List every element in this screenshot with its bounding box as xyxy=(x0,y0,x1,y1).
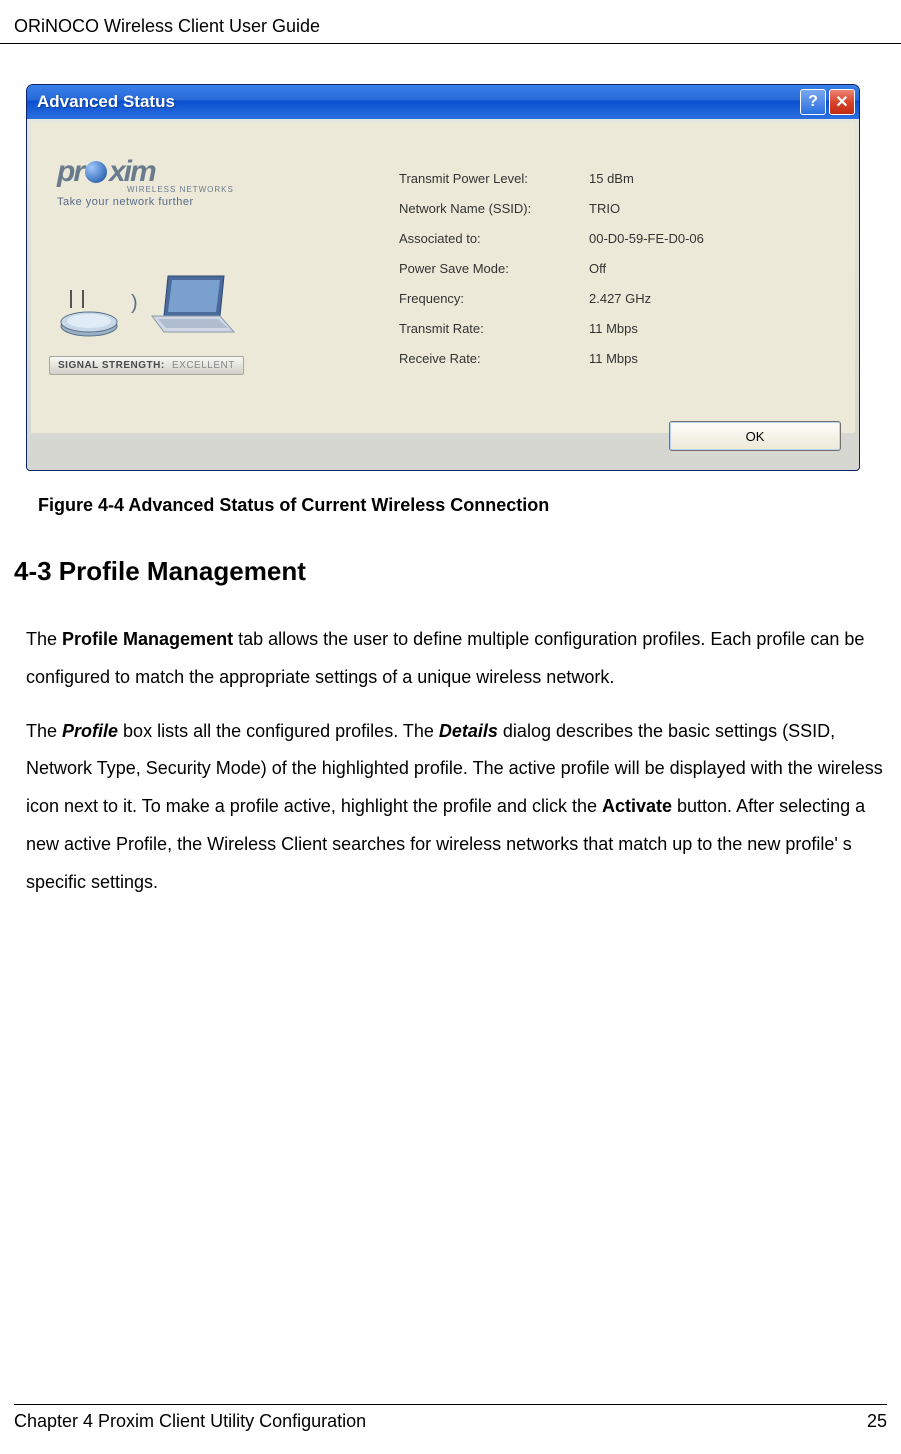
logo-text-left: pr xyxy=(57,157,83,187)
router-icon xyxy=(59,286,121,338)
signal-strength-badge: SIGNAL STRENGTH: EXCELLENT xyxy=(49,356,244,375)
advanced-status-dialog: Advanced Status ? ✕ pr xim WIRELESS NETW… xyxy=(26,84,860,471)
text: The xyxy=(26,629,62,649)
text: box lists all the configured profiles. T… xyxy=(118,721,439,741)
table-row: Frequency: 2.427 GHz xyxy=(399,283,837,313)
proxim-logo: pr xim WIRELESS NETWORKS Take your netwo… xyxy=(49,133,234,208)
logo-text-right: xim xyxy=(109,157,155,187)
text: The xyxy=(26,721,62,741)
bold-text: Profile Management xyxy=(62,629,233,649)
stat-label: Transmit Power Level: xyxy=(399,171,589,186)
dialog-title: Advanced Status xyxy=(37,92,797,112)
logo-subbrand: WIRELESS NETWORKS xyxy=(127,185,234,194)
stat-label: Frequency: xyxy=(399,291,589,306)
dialog-body: pr xim WIRELESS NETWORKS Take your netwo… xyxy=(31,123,855,433)
table-row: Transmit Power Level: 15 dBm xyxy=(399,163,837,193)
table-row: Network Name (SSID): TRIO xyxy=(399,193,837,223)
stat-value: Off xyxy=(589,261,606,276)
paragraph-2: The Profile box lists all the configured… xyxy=(26,713,891,902)
logo-tagline: Take your network further xyxy=(57,196,234,208)
stat-value: 00-D0-59-FE-D0-06 xyxy=(589,231,704,246)
stat-value: 11 Mbps xyxy=(589,351,638,366)
page-number: 25 xyxy=(867,1411,887,1432)
table-row: Associated to: 00-D0-59-FE-D0-06 xyxy=(399,223,837,253)
help-button[interactable]: ? xyxy=(800,89,826,115)
paragraph-1: The Profile Management tab allows the us… xyxy=(26,621,881,697)
stat-label: Network Name (SSID): xyxy=(399,201,589,216)
status-table: Transmit Power Level: 15 dBm Network Nam… xyxy=(329,133,837,433)
close-button[interactable]: ✕ xyxy=(829,89,855,115)
stat-value: 15 dBm xyxy=(589,171,634,186)
laptop-icon xyxy=(148,268,238,338)
signal-value: EXCELLENT xyxy=(172,360,235,371)
stat-label: Associated to: xyxy=(399,231,589,246)
close-icon: ✕ xyxy=(835,92,848,112)
ok-button[interactable]: OK xyxy=(669,421,841,451)
table-row: Transmit Rate: 11 Mbps xyxy=(399,313,837,343)
section-heading: 4-3 Profile Management xyxy=(14,556,887,587)
table-row: Receive Rate: 11 Mbps xyxy=(399,343,837,373)
signal-label: SIGNAL STRENGTH: xyxy=(58,360,165,371)
page-content: Advanced Status ? ✕ pr xim WIRELESS NETW… xyxy=(0,44,901,902)
question-icon: ? xyxy=(808,93,818,111)
page-header: ORiNOCO Wireless Client User Guide xyxy=(0,0,901,44)
table-row: Power Save Mode: Off xyxy=(399,253,837,283)
dialog-titlebar: Advanced Status ? ✕ xyxy=(27,85,859,119)
globe-icon xyxy=(85,161,107,183)
bold-italic-text: Details xyxy=(439,721,498,741)
stat-label: Transmit Rate: xyxy=(399,321,589,336)
signal-wave-icon: ) xyxy=(131,292,138,315)
bold-italic-text: Profile xyxy=(62,721,118,741)
stat-label: Receive Rate: xyxy=(399,351,589,366)
stat-value: 2.427 GHz xyxy=(589,291,651,306)
bold-text: Activate xyxy=(602,796,672,816)
stat-value: TRIO xyxy=(589,201,620,216)
dialog-left-pane: pr xim WIRELESS NETWORKS Take your netwo… xyxy=(49,133,329,433)
stat-value: 11 Mbps xyxy=(589,321,638,336)
devices-illustration: ) xyxy=(59,268,238,338)
stat-label: Power Save Mode: xyxy=(399,261,589,276)
footer-chapter: Chapter 4 Proxim Client Utility Configur… xyxy=(14,1411,366,1432)
figure-caption: Figure 4-4 Advanced Status of Current Wi… xyxy=(38,495,887,516)
page-footer: Chapter 4 Proxim Client Utility Configur… xyxy=(14,1404,887,1432)
